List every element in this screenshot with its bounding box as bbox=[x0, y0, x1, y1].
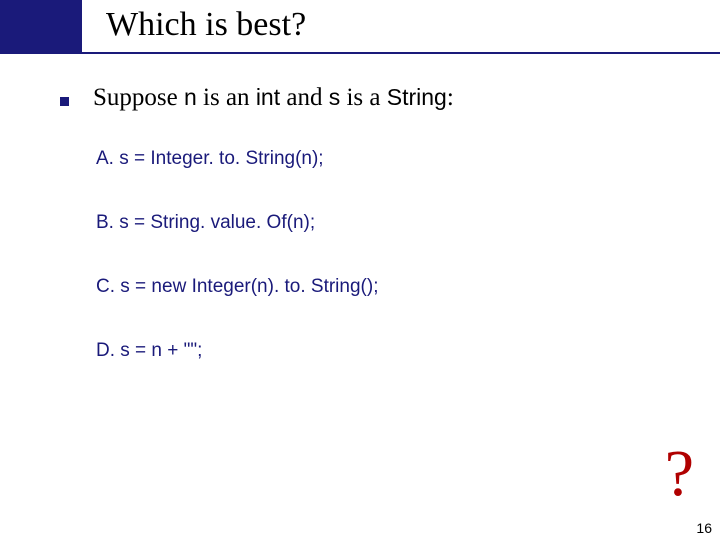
option-b: B. s = String. value. Of(n); bbox=[96, 212, 660, 234]
option-c: C. s = new Integer(n). to. String(); bbox=[96, 276, 660, 298]
lead-t3: and bbox=[280, 84, 329, 111]
square-bullet-icon bbox=[60, 97, 69, 106]
slide-title: Which is best? bbox=[106, 6, 306, 44]
lead-t1: Suppose bbox=[93, 84, 184, 111]
lead-text: Suppose n is an int and s is a String: bbox=[93, 84, 454, 112]
option-list: A. s = Integer. to. String(n); B. s = St… bbox=[60, 148, 660, 362]
option-d: D. s = n + ""; bbox=[96, 340, 660, 362]
title-bar: Which is best? bbox=[0, 0, 720, 54]
lead-code-int: int bbox=[256, 84, 280, 110]
lead-code-string: String bbox=[387, 84, 447, 110]
lead-code-s: s bbox=[329, 84, 341, 110]
lead-t2: is an bbox=[197, 84, 256, 111]
lead-t4: is a bbox=[340, 84, 387, 111]
lead-code-n: n bbox=[184, 84, 197, 110]
title-accent-block bbox=[0, 0, 82, 52]
page-number: 16 bbox=[696, 520, 712, 536]
slide-content: Suppose n is an int and s is a String: A… bbox=[0, 54, 720, 362]
option-a: A. s = Integer. to. String(n); bbox=[96, 148, 660, 170]
lead-t5: : bbox=[447, 84, 454, 111]
lead-line: Suppose n is an int and s is a String: bbox=[60, 84, 660, 112]
question-mark: ? bbox=[665, 436, 694, 512]
